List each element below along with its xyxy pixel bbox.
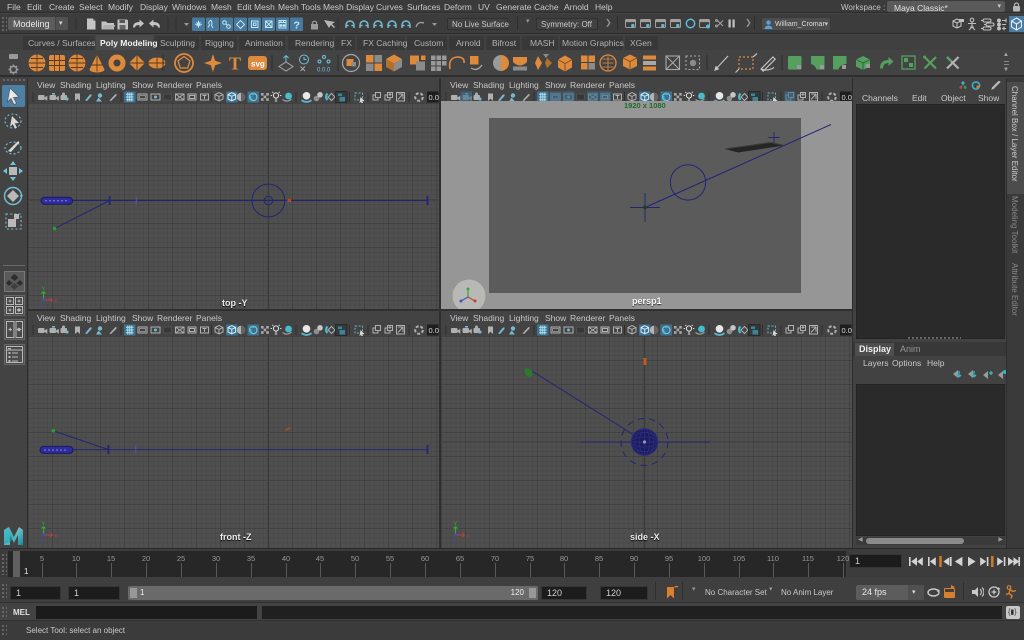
svg-text:svg: svg — [251, 60, 265, 69]
svg-text:front -Z: front -Z — [220, 532, 252, 542]
svg-text:top -Y: top -Y — [222, 298, 248, 308]
svg-text:?: ? — [294, 20, 300, 32]
svg-text:0.0.0: 0.0.0 — [317, 68, 331, 74]
svg-text:T: T — [229, 54, 241, 74]
svg-text:persp1: persp1 — [632, 296, 662, 306]
svg-text:1920 x 1080: 1920 x 1080 — [624, 101, 666, 110]
svg-text:side -X: side -X — [630, 532, 660, 542]
